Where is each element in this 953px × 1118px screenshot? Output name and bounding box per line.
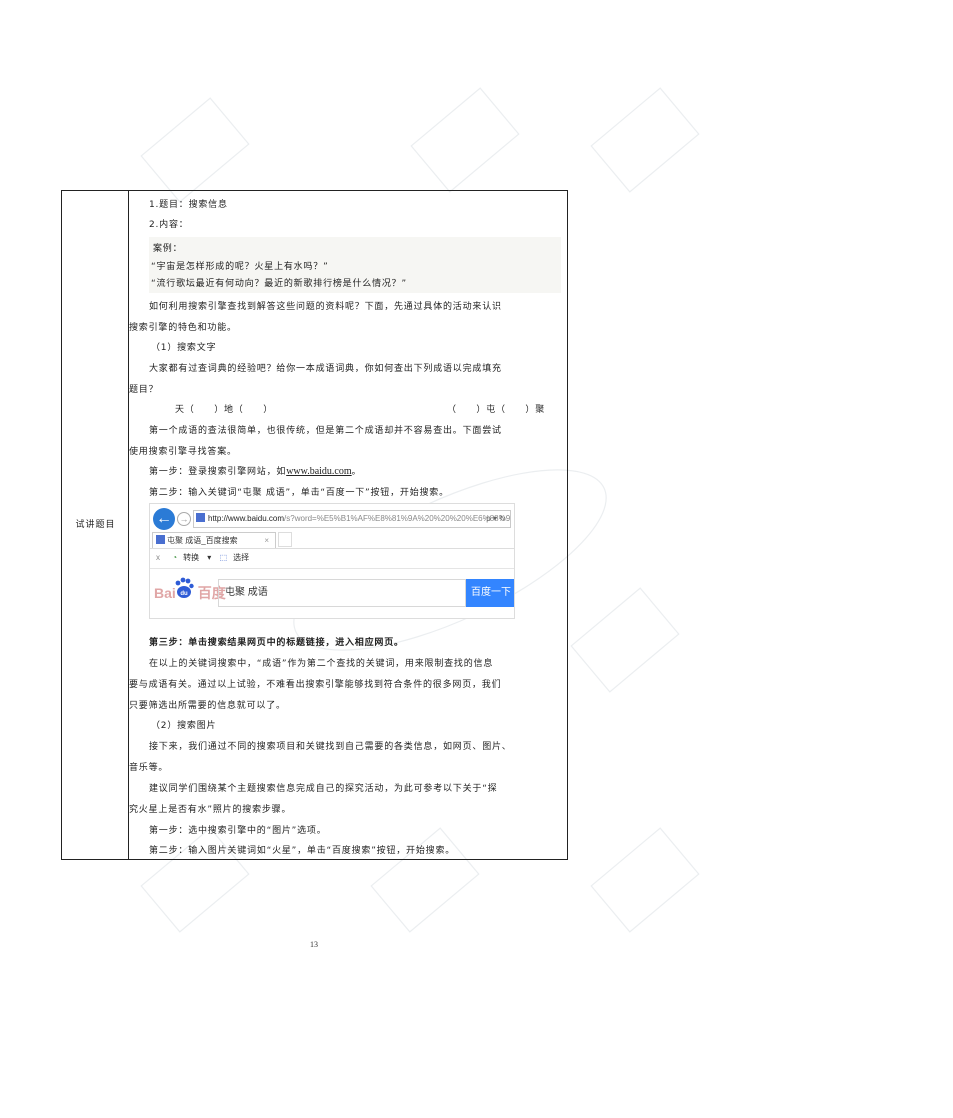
url-path: /s?word=%E5%B1%AF%E8%81%9A%20%20%20%E6%8… xyxy=(284,514,511,523)
paragraph-4-line-1: 在以上的关键词搜索中，“成语”作为第二个查找的关键词，用来限制查找的信息 xyxy=(149,659,494,669)
fill-blank-idiom-2: （ ）屯（ ）聚 xyxy=(447,405,546,415)
item-title: 1.题目：搜索信息 xyxy=(149,200,228,210)
address-tools-icon[interactable]: ρ ▾ ↻ xyxy=(486,511,506,527)
forward-arrow-icon[interactable]: → xyxy=(177,512,191,526)
section-2-heading: （2）搜索图片 xyxy=(151,721,217,731)
baidu-paw-icon: du xyxy=(175,577,194,598)
case-question-2: “流行歌坛最近有何动向？最近的新歌排行榜是什么情况？” xyxy=(151,279,407,289)
paragraph-2-line-2: 题目？ xyxy=(129,385,159,395)
fill-blank-idiom-1: 天（ ）地（ ） xyxy=(175,405,274,415)
step-2: 第二步：输入关键词“屯聚 成语”，单击“百度一下”按钮，开始搜索。 xyxy=(149,488,449,498)
svg-text:du: du xyxy=(180,591,188,597)
baidu-search-area: Bai 百度 du 屯聚 成语 百度一下 xyxy=(150,568,514,618)
image-step-1: 第一步：选中搜索引擎中的“图片”选项。 xyxy=(149,826,327,836)
item-content: 2.内容： xyxy=(149,220,189,230)
step-1: 第一步：登录搜索引擎网站，如www.baidu.com。 xyxy=(149,464,361,477)
step-1-end: 。 xyxy=(351,467,362,477)
paragraph-3-line-2: 使用搜索引擎寻找答案。 xyxy=(129,447,237,457)
paragraph-3-line-1: 第一个成语的查法很简单，也很传统，但是第二个成语却并不容易查出。下面尝试 xyxy=(149,426,502,436)
paragraph-2-line-1: 大家都有过查词典的经验吧？给你一本成语词典，你如何查出下列成语以完成填充 xyxy=(149,364,502,374)
paragraph-1-line-2: 搜索引擎的特色和功能。 xyxy=(129,323,237,333)
tab-title: 屯聚 成语_百度搜索 xyxy=(167,536,238,545)
select-label: 选择 xyxy=(233,553,250,562)
tab-favicon-icon xyxy=(156,535,165,544)
browser-toolbar: x ◔ 转换 ▾ ⬚ 选择 xyxy=(150,548,514,567)
search-button[interactable]: 百度一下 xyxy=(466,579,514,607)
favicon-icon xyxy=(196,513,205,522)
select-button[interactable]: ⬚ 选择 xyxy=(220,553,256,562)
paragraph-5-line-2: 音乐等。 xyxy=(129,763,169,773)
address-bar[interactable]: http://www.baidu.com/s?word=%E5%B1%AF%E8… xyxy=(193,510,511,528)
baidu-link[interactable]: www.baidu.com xyxy=(286,466,351,477)
url-host: http://www.baidu.com xyxy=(208,514,285,523)
toolbar-close-icon[interactable]: x xyxy=(156,553,160,562)
page-number: 13 xyxy=(310,940,318,949)
tab-close-icon[interactable]: × xyxy=(264,533,269,548)
image-step-2: 第二步：输入图片关键词如“火星”，单击“百度搜索”按钮，开始搜索。 xyxy=(149,846,456,856)
case-title: 案例： xyxy=(153,244,183,254)
paragraph-4-line-3: 只要筛选出所需要的信息就可以了。 xyxy=(129,701,286,711)
lesson-table: 试讲题目 1.题目：搜索信息 2.内容： 案例： “宇宙是怎样形成的呢？火星上有… xyxy=(61,190,568,860)
table-left-column: 试讲题目 xyxy=(62,191,129,859)
convert-button[interactable]: ◔ 转换 ▾ xyxy=(172,553,211,562)
paragraph-6-line-2: 究火星上是否有水”照片的搜索步骤。 xyxy=(129,805,292,815)
search-input[interactable]: 屯聚 成语 xyxy=(218,579,466,607)
convert-label: 转换 xyxy=(183,553,200,562)
row-label: 试讲题目 xyxy=(75,520,116,530)
paragraph-6-line-1: 建议同学们围绕某个主题搜索信息完成自己的探究活动，为此可参考以下关于“探 xyxy=(149,784,498,794)
baidu-logo-text: Bai xyxy=(154,585,176,601)
case-question-1: “宇宙是怎样形成的呢？火星上有水吗？” xyxy=(151,262,329,272)
step-1-text: 第一步：登录搜索引擎网站，如 xyxy=(149,467,287,477)
paragraph-5-line-1: 接下来，我们通过不同的搜索项目和关键找到自己需要的各类信息，如网页、图片、 xyxy=(149,742,512,752)
browser-screenshot: ← → http://www.baidu.com/s?word=%E5%B1%A… xyxy=(149,503,515,619)
convert-icon: ◔ xyxy=(172,553,178,562)
new-tab-button[interactable] xyxy=(278,532,292,547)
browser-tab[interactable]: 屯聚 成语_百度搜索 × xyxy=(152,532,276,548)
paragraph-4-line-2: 要与成语有关。通过以上试验，不难看出搜索引擎能够找到符合条件的很多网页，我们 xyxy=(129,680,502,690)
step-3: 第三步：单击搜索结果网页中的标题链接，进入相应网页。 xyxy=(149,638,404,648)
paragraph-1-line-1: 如何利用搜索引擎查找到解答这些问题的资料呢？下面，先通过具体的活动来认识 xyxy=(149,302,502,312)
section-1-heading: （1）搜索文字 xyxy=(151,343,217,353)
select-icon: ⬚ xyxy=(219,553,228,562)
back-arrow-icon[interactable]: ← xyxy=(153,508,175,530)
